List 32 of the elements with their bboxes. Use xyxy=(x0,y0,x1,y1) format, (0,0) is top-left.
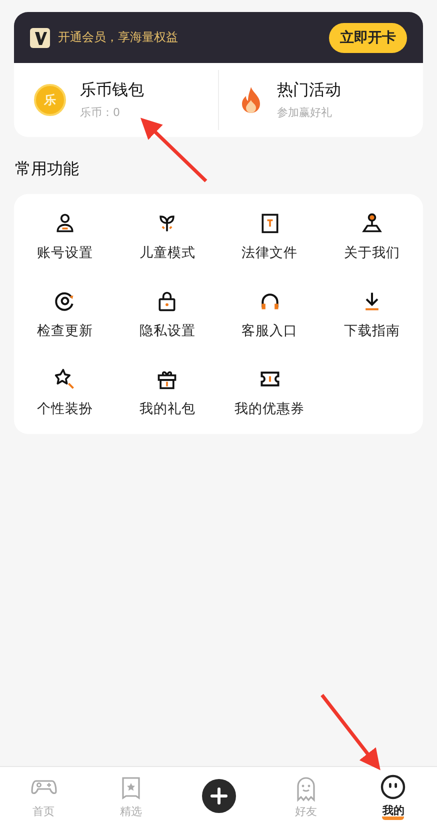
function-item[interactable]: 儿童模式 xyxy=(116,212,218,262)
function-item[interactable]: 下载指南 xyxy=(320,290,423,340)
open-card-button[interactable]: 立即开卡 xyxy=(329,22,407,52)
star-wand-icon xyxy=(54,368,76,390)
function-item[interactable]: 客服入口 xyxy=(218,290,321,340)
shortcut-tile[interactable]: 热门活动 参加赢好礼 xyxy=(219,80,423,120)
lock-icon xyxy=(156,290,178,312)
section-title: 常用功能 xyxy=(15,159,80,180)
function-item[interactable]: 检查更新 xyxy=(14,290,116,340)
shortcut-title: 热门活动 xyxy=(277,80,341,101)
function-item[interactable]: 个性装扮 xyxy=(14,368,116,418)
flame-icon xyxy=(239,86,263,114)
shortcut-tile[interactable]: 乐 乐币钱包 乐币：0 xyxy=(14,80,218,120)
shortcut-title: 乐币钱包 xyxy=(80,80,144,101)
function-item[interactable]: 账号设置 xyxy=(14,212,116,262)
tab-item[interactable]: 我的 xyxy=(350,767,437,825)
smiley-face-icon xyxy=(379,772,408,800)
function-item[interactable]: 法律文件 xyxy=(218,212,321,262)
function-item[interactable]: 关于我们 xyxy=(320,212,423,262)
map-pin-icon xyxy=(360,212,383,234)
shortcut-subtitle: 乐币：0 xyxy=(80,105,121,120)
add-button[interactable] xyxy=(202,779,236,813)
person-icon xyxy=(54,212,76,234)
coin-icon: 乐 xyxy=(34,84,66,116)
plus-icon xyxy=(208,786,229,806)
function-item[interactable]: 我的优惠券 xyxy=(218,368,321,418)
function-item[interactable]: 隐私设置 xyxy=(116,290,218,340)
shortcut-subtitle: 参加赢好礼 xyxy=(277,105,333,120)
annotation-arrow xyxy=(140,118,208,182)
vip-logo-icon xyxy=(30,28,50,48)
function-item[interactable]: 我的礼包 xyxy=(116,368,218,418)
vip-promo-text: 开通会员，享海量权益 xyxy=(58,29,179,46)
